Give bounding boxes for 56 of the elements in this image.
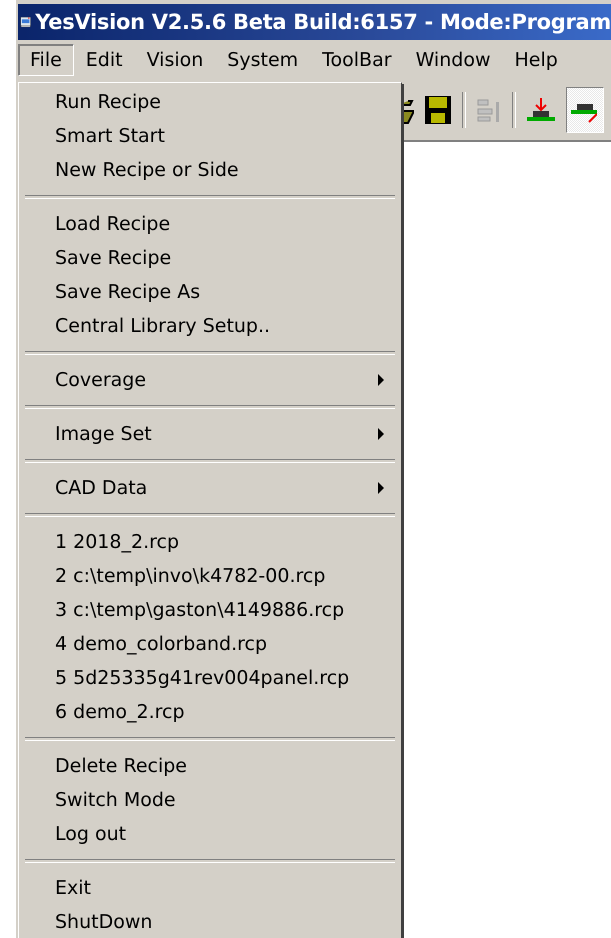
menu-item-label: Save Recipe	[55, 247, 172, 269]
menu-item[interactable]: 6 demo_2.rcp	[21, 695, 399, 729]
menu-item-label: 1 2018_2.rcp	[55, 531, 180, 553]
menu-item[interactable]: 1 2018_2.rcp	[21, 525, 399, 559]
menu-item[interactable]: Save Recipe As	[21, 275, 399, 309]
menu-item[interactable]: Smart Start	[21, 119, 399, 153]
window-title: YesVision V2.5.6 Beta Build:6157 - Mode:Program	[35, 10, 611, 34]
menu-item[interactable]: Log out	[21, 817, 399, 851]
menu-item[interactable]: New Recipe or Side	[21, 153, 399, 187]
menu-item[interactable]: Delete Recipe	[21, 749, 399, 783]
save-icon[interactable]	[424, 95, 452, 125]
menu-item[interactable]: Help	[502, 44, 570, 76]
menu-item-label: ShutDown	[55, 911, 152, 933]
menu-item[interactable]: 4 demo_colorband.rcp	[21, 627, 399, 661]
menu-item[interactable]: Run Recipe	[21, 85, 399, 119]
menu-item[interactable]: System	[215, 44, 310, 76]
menu-item[interactable]: Edit	[74, 44, 135, 76]
menu-item[interactable]: File	[18, 44, 74, 76]
menu-item-label: 3 c:\temp\gaston\4149886.rcp	[55, 599, 344, 621]
menu-item-label: 5 5d25335g41rev004panel.rcp	[55, 667, 350, 689]
menu-item[interactable]: Save Recipe	[21, 241, 399, 275]
menu-item[interactable]: Switch Mode	[21, 783, 399, 817]
menu-item[interactable]: Central Library Setup..	[21, 309, 399, 343]
menu-item-label: Switch Mode	[55, 789, 176, 811]
menu-item-label: Save Recipe As	[55, 281, 200, 303]
menu-item-label: Exit	[55, 877, 91, 899]
menu-item-label: Load Recipe	[55, 213, 170, 235]
menu-item[interactable]: 5 5d25335g41rev004panel.rcp	[21, 661, 399, 695]
menu-item-label: Delete Recipe	[55, 755, 187, 777]
menu-item-label: CAD Data	[55, 477, 148, 499]
menu-item-label: Run Recipe	[55, 91, 161, 113]
menu-item[interactable]: ToolBar	[310, 44, 404, 76]
menu-item-label: 4 demo_colorband.rcp	[55, 633, 268, 655]
component-icon[interactable]	[526, 96, 556, 124]
toolbar-button[interactable]	[566, 87, 604, 133]
menu-item[interactable]: Window	[404, 44, 502, 76]
menu-item-label: Log out	[55, 823, 126, 845]
menu-item[interactable]: Image Set	[21, 417, 399, 451]
submenu-arrow-icon	[377, 374, 385, 386]
menu-item[interactable]: Load Recipe	[21, 207, 399, 241]
menu-item[interactable]: ShutDown	[21, 905, 399, 938]
menu-item-label: New Recipe or Side	[55, 159, 239, 181]
submenu-arrow-icon	[377, 482, 385, 494]
submenu-arrow-icon	[377, 428, 385, 440]
menu-item[interactable]: Vision	[134, 44, 216, 76]
menu-item-label: Central Library Setup..	[55, 315, 270, 337]
menu-item[interactable]: Coverage	[21, 363, 399, 397]
menu-item-label: Coverage	[55, 369, 146, 391]
menu-item-label: 2 c:\temp\invo\k4782-00.rcp	[55, 565, 326, 587]
menu-item-label: Smart Start	[55, 125, 165, 147]
menu-item[interactable]: 3 c:\temp\gaston\4149886.rcp	[21, 593, 399, 627]
menu-item[interactable]: Exit	[21, 871, 399, 905]
menu-item-label: Image Set	[55, 423, 152, 445]
menu-item[interactable]: CAD Data	[21, 471, 399, 505]
menu-item-label: 6 demo_2.rcp	[55, 701, 185, 723]
menu-item[interactable]: 2 c:\temp\invo\k4782-00.rcp	[21, 559, 399, 593]
